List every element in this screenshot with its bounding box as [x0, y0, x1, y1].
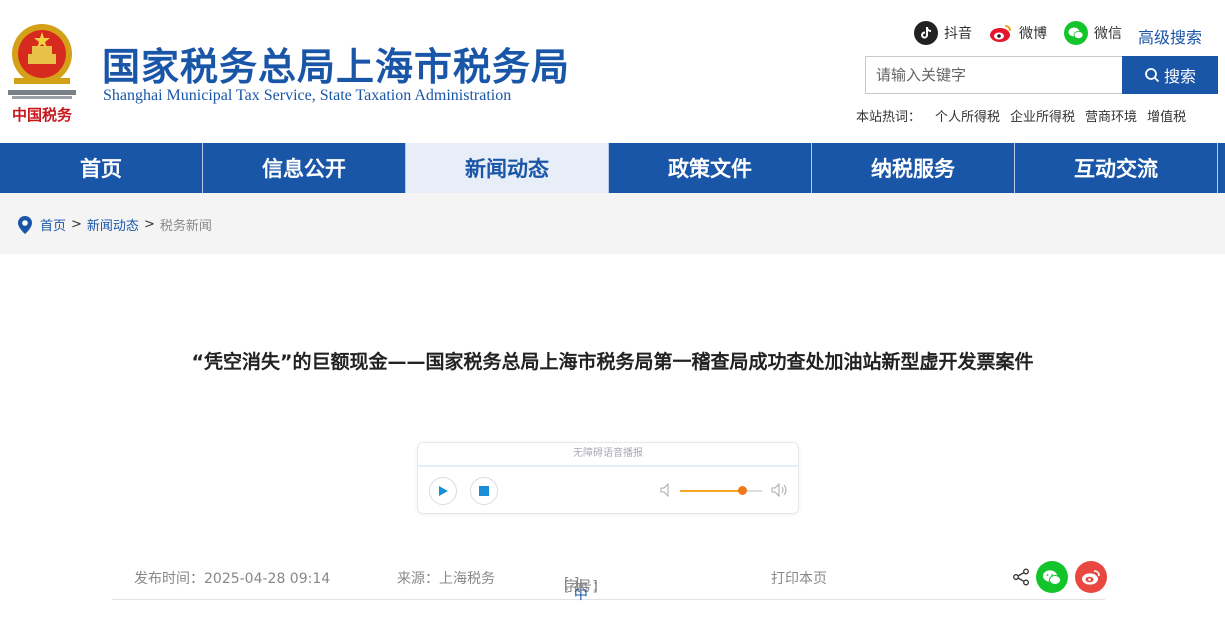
audio-player-label: 无障碍语音播报 — [418, 443, 798, 467]
volume-fill — [680, 490, 742, 492]
nav-item-interaction[interactable]: 互动交流 — [1015, 143, 1218, 193]
wechat-link[interactable]: 微信 — [1064, 20, 1122, 46]
main-nav: 首页 信息公开 新闻动态 政策文件 纳税服务 互动交流 — [0, 143, 1225, 193]
breadcrumb-separator: > — [143, 217, 155, 232]
advanced-search-link[interactable]: 高级搜索 — [1138, 24, 1202, 48]
volume-slider[interactable] — [680, 486, 762, 495]
search-input[interactable] — [865, 56, 1123, 94]
breadcrumb-bar: 首页 > 新闻动态 > 税务新闻 — [0, 193, 1225, 254]
nav-item-home[interactable]: 首页 — [0, 143, 203, 193]
hotwords-label: 本站热词： — [856, 110, 922, 125]
weibo-icon — [1082, 569, 1100, 585]
volume-low-icon[interactable] — [660, 483, 672, 497]
hotwords-bar: 本站热词： 个人所得税 企业所得税 营商环境 增值税 — [856, 106, 1186, 125]
national-emblem-logo[interactable]: 中国税务 — [4, 16, 80, 126]
nav-item-service[interactable]: 纳税服务 — [812, 143, 1015, 193]
breadcrumb: 首页 > 新闻动态 > 税务新闻 — [18, 215, 212, 234]
publish-date: 发布时间：2025-04-28 09:14 — [134, 571, 331, 587]
stop-icon — [479, 486, 489, 496]
hotword-item[interactable]: 增值税 — [1147, 106, 1186, 125]
douyin-label: 抖音 — [944, 26, 972, 42]
search-button-label: 搜索 — [1163, 67, 1196, 86]
article-source: 来源：上海税务 — [397, 571, 495, 587]
search-button[interactable]: 搜索 — [1122, 56, 1218, 94]
site-header: 中国税务 国家税务总局上海市税务局 Shanghai Municipal Tax… — [0, 0, 1225, 143]
weibo-label: 微博 — [1019, 26, 1047, 42]
nav-item-news[interactable]: 新闻动态 — [406, 143, 609, 193]
wechat-label: 微信 — [1094, 26, 1122, 42]
weibo-link[interactable]: 微博 — [989, 20, 1047, 46]
weibo-icon — [989, 21, 1013, 45]
breadcrumb-separator: > — [71, 217, 82, 232]
stop-button[interactable] — [470, 477, 498, 505]
play-button[interactable] — [429, 477, 457, 505]
share-wechat-button[interactable] — [1036, 561, 1068, 593]
hotword-item[interactable]: 企业所得税 — [1010, 106, 1075, 125]
breadcrumb-current: 税务新闻 — [159, 219, 212, 234]
volume-knob[interactable] — [737, 486, 747, 495]
volume-high-icon[interactable] — [771, 483, 789, 497]
nav-item-info[interactable]: 信息公开 — [203, 143, 406, 193]
site-title[interactable]: 国家税务总局上海市税务局 — [102, 36, 570, 91]
breadcrumb-home[interactable]: 首页 — [40, 215, 66, 234]
douyin-icon — [914, 21, 938, 45]
breadcrumb-section[interactable]: 新闻动态 — [87, 215, 139, 234]
font-size-small[interactable]: [ 小 ] — [564, 576, 598, 596]
audio-player: 无障碍语音播报 — [417, 442, 799, 514]
site-subtitle: Shanghai Municipal Tax Service, State Ta… — [103, 87, 512, 104]
article-title: “凭空消失”的巨额现金——国家税务总局上海市税务局第一稽查局成功查处加油站新型虚… — [191, 351, 1034, 373]
share-weibo-button[interactable] — [1075, 561, 1107, 593]
hotword-item[interactable]: 个人所得税 — [935, 106, 1000, 125]
article-meta: 发布时间：2025-04-28 09:14 来源：上海税务 字号： [ 大 ] … — [112, 560, 1107, 603]
print-page-link[interactable]: 打印本页 — [771, 568, 827, 588]
wechat-icon — [1064, 21, 1088, 45]
search-icon — [1145, 68, 1160, 83]
share-icon[interactable] — [1012, 568, 1030, 586]
hotword-item[interactable]: 营商环境 — [1085, 106, 1137, 125]
location-pin-icon — [18, 215, 32, 234]
wechat-icon — [1043, 569, 1062, 585]
nav-item-policy[interactable]: 政策文件 — [609, 143, 812, 193]
svg-text:中国税务: 中国税务 — [12, 106, 73, 124]
play-icon — [439, 486, 448, 496]
douyin-link[interactable]: 抖音 — [914, 20, 972, 46]
